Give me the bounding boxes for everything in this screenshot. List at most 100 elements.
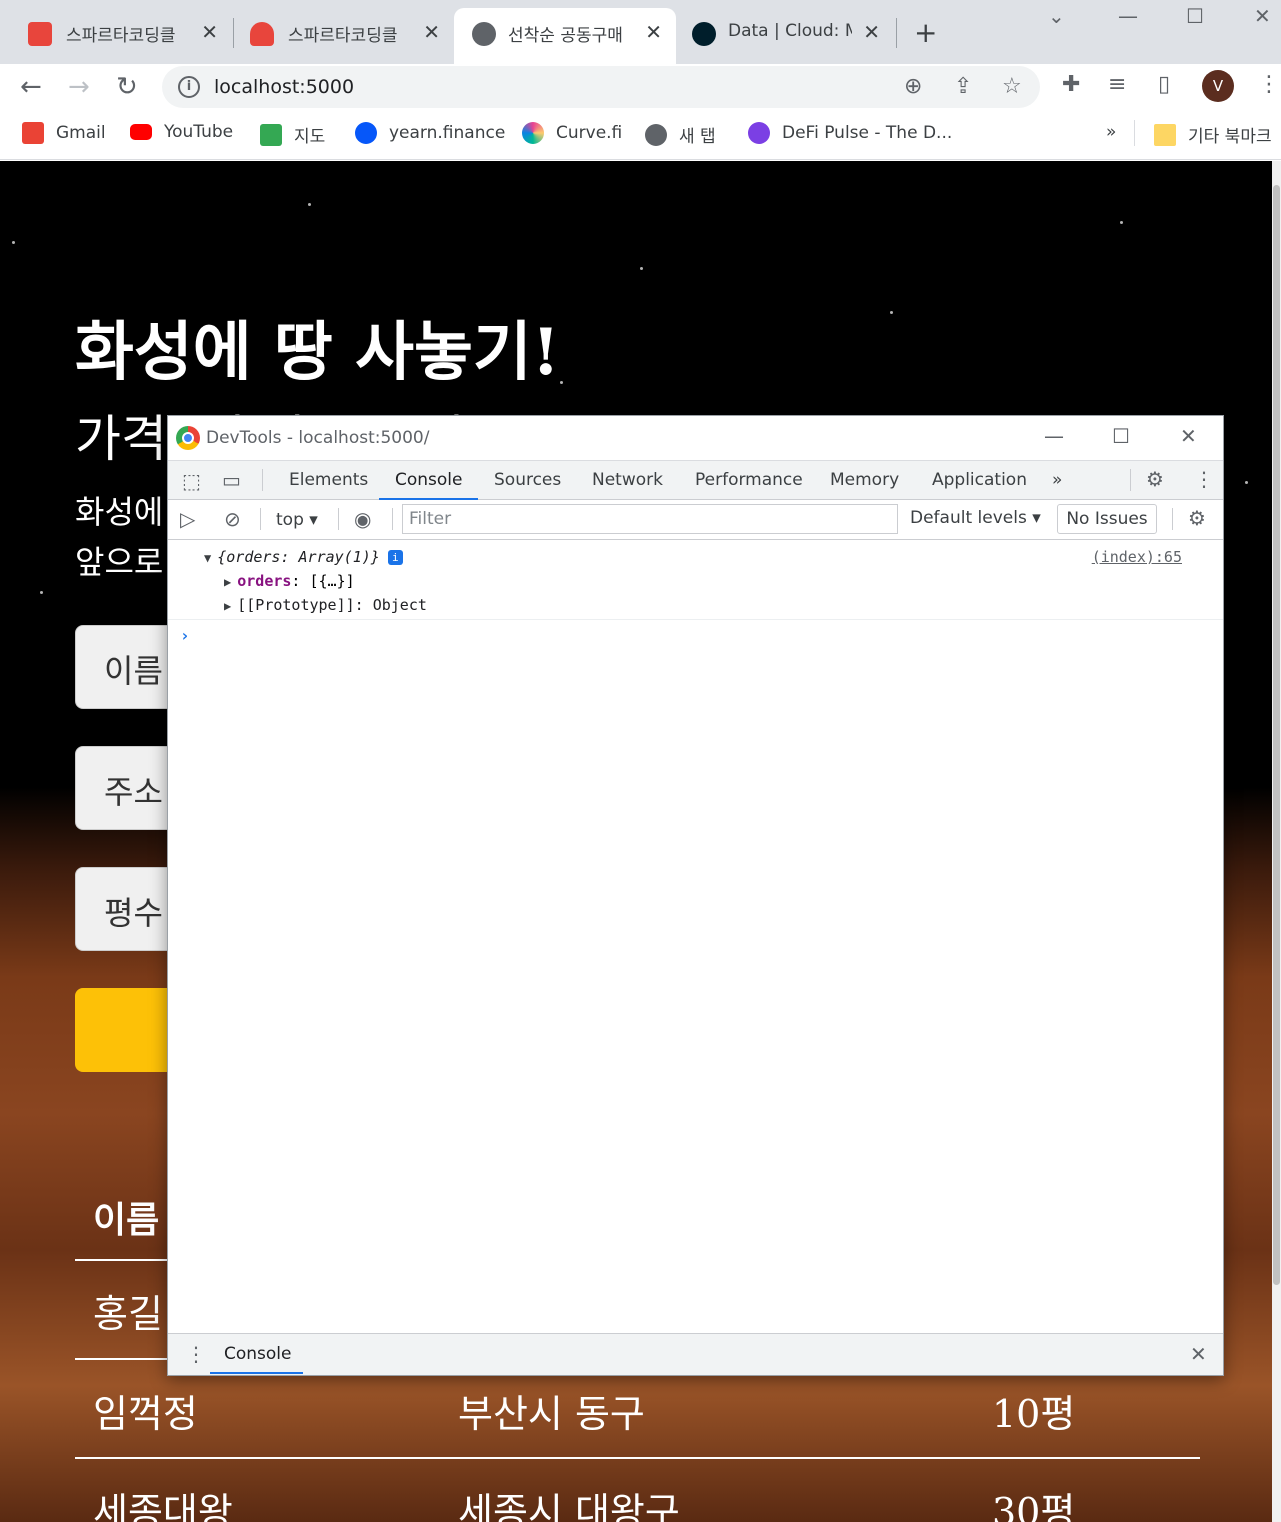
bookmark-youtube[interactable]: YouTube <box>130 122 233 142</box>
context-selector[interactable]: top ▾ <box>276 510 318 530</box>
bookmark-curve[interactable]: Curve.fi <box>522 122 622 144</box>
show-sidebar-icon[interactable]: ▷ <box>180 507 195 531</box>
tab-network[interactable]: Network <box>592 470 663 490</box>
object-prototype[interactable]: ▶ [[Prototype]]: Object <box>224 596 427 614</box>
star-decoration <box>1245 481 1248 484</box>
url-text[interactable]: localhost:5000 <box>214 76 354 98</box>
bookmark-yearn[interactable]: yearn.finance <box>355 122 505 144</box>
console-prompt-icon[interactable]: › <box>180 626 190 645</box>
bookmark-maps[interactable]: 지도 <box>260 122 325 147</box>
curve-icon <box>522 122 544 144</box>
menu-kebab-icon[interactable]: ⋮ <box>1258 72 1280 97</box>
side-panel-icon[interactable]: ▯ <box>1158 72 1170 97</box>
tab-sources[interactable]: Sources <box>494 470 561 490</box>
tab-memory[interactable]: Memory <box>830 470 899 490</box>
toolbar-divider <box>1172 508 1173 530</box>
close-drawer-icon[interactable]: ✕ <box>1190 1342 1207 1366</box>
browser-tab-2[interactable]: 스파르타코딩클 ✕ <box>222 8 454 64</box>
collapsed-triangle-icon[interactable]: ▶ <box>224 575 231 589</box>
bookmark-new-tab[interactable]: 새 탭 <box>645 122 716 147</box>
toolbar-divider <box>338 508 339 530</box>
collapsed-triangle-icon[interactable]: ▶ <box>224 599 231 613</box>
new-tab-button[interactable]: + <box>914 16 937 49</box>
extensions-icon[interactable]: ✚ <box>1062 72 1080 97</box>
console-settings-gear-icon[interactable]: ⚙ <box>1188 506 1206 530</box>
browser-tab-1[interactable]: 스파르타코딩클 ✕ <box>0 8 232 64</box>
inspect-element-icon[interactable]: ⬚ <box>182 469 201 493</box>
tab-divider <box>896 18 897 48</box>
other-bookmarks-folder[interactable]: 기타 북마크 <box>1154 122 1272 147</box>
bookmarks-overflow-button[interactable]: » <box>1106 122 1116 142</box>
object-summary[interactable]: ▼ {orders: Array(1)} i <box>204 548 403 566</box>
sparta-favicon-icon <box>28 22 52 46</box>
toolbar-divider <box>392 508 393 530</box>
tab-application[interactable]: Application <box>932 470 1027 490</box>
maximize-button[interactable]: ☐ <box>1186 4 1204 28</box>
bookmark-divider <box>1134 120 1135 146</box>
object-property-orders[interactable]: ▶ orders: [{…}] <box>224 572 355 590</box>
devtools-drawer: ⋮ Console ✕ <box>168 1333 1223 1375</box>
drawer-menu-icon[interactable]: ⋮ <box>186 1342 206 1366</box>
console-filter-input[interactable]: Filter <box>402 504 898 534</box>
devtools-menu-icon[interactable]: ⋮ <box>1194 467 1214 491</box>
minimize-button[interactable]: — <box>1044 424 1064 448</box>
browser-toolbar: ← → ↻ i localhost:5000 ⊕ ⇪ ☆ <box>0 64 1281 110</box>
share-icon[interactable]: ⇪ <box>954 74 972 99</box>
media-control-icon[interactable]: ≡ <box>1108 72 1126 97</box>
close-tab-icon[interactable]: ✕ <box>201 20 218 44</box>
bookmark-gmail[interactable]: Gmail <box>22 122 106 144</box>
device-toolbar-icon[interactable]: ▭ <box>222 468 241 492</box>
zoom-icon[interactable]: ⊕ <box>904 74 922 99</box>
issues-button[interactable]: No Issues <box>1057 504 1157 534</box>
more-tabs-button[interactable]: » <box>1052 470 1062 490</box>
star-decoration <box>12 241 15 244</box>
site-info-icon[interactable]: i <box>178 76 200 98</box>
youtube-icon <box>130 124 152 140</box>
console-message[interactable]: ▼ {orders: Array(1)} i (index):65 ▶ orders:… <box>168 540 1223 620</box>
address-bar[interactable]: i localhost:5000 ⊕ ⇪ ☆ <box>162 66 1040 108</box>
tab-performance[interactable]: Performance <box>695 470 803 490</box>
close-window-button[interactable]: ✕ <box>1254 4 1271 28</box>
folder-icon <box>1154 123 1176 146</box>
close-tab-icon[interactable]: ✕ <box>423 20 440 44</box>
bookmark-star-icon[interactable]: ☆ <box>1002 74 1022 99</box>
browser-tab-4[interactable]: Data | Cloud: M ✕ <box>676 8 894 64</box>
table-row-size: 30평 <box>992 1490 1076 1522</box>
forward-icon[interactable]: → <box>68 72 90 102</box>
tab-console[interactable]: Console <box>395 470 463 490</box>
close-window-button[interactable]: ✕ <box>1180 424 1197 448</box>
page-title: 화성에 땅 사놓기! <box>75 315 560 390</box>
tab-title: 스파르타코딩클 <box>66 26 176 46</box>
console-output[interactable]: ▼ {orders: Array(1)} i (index):65 ▶ orders:… <box>168 540 1223 1333</box>
tab-elements[interactable]: Elements <box>289 470 368 490</box>
bookmark-defi-pulse[interactable]: DeFi Pulse - The D... <box>748 122 952 144</box>
description-line-1: 화성에 <box>75 493 164 531</box>
clear-console-icon[interactable]: ⊘ <box>224 507 241 531</box>
star-decoration <box>560 381 563 384</box>
table-header-name: 이름 <box>93 1199 160 1241</box>
drawer-tab-console[interactable]: Console <box>224 1344 292 1364</box>
tab-title: 선착순 공동구매 <box>508 26 623 46</box>
maximize-button[interactable]: ☐ <box>1112 424 1130 448</box>
profile-avatar[interactable]: V <box>1202 70 1234 102</box>
browser-tab-active[interactable]: 선착순 공동구매 ✕ <box>454 8 676 64</box>
close-tab-icon[interactable]: ✕ <box>863 20 880 44</box>
table-row-name: 세종대왕 <box>93 1490 233 1522</box>
scrollbar-thumb[interactable] <box>1273 185 1280 1285</box>
reload-icon[interactable]: ↻ <box>116 72 138 102</box>
close-tab-icon[interactable]: ✕ <box>645 20 662 44</box>
log-levels-dropdown[interactable]: Default levels ▾ <box>910 508 1041 528</box>
settings-gear-icon[interactable]: ⚙ <box>1146 467 1164 491</box>
live-expression-eye-icon[interactable]: ◉ <box>354 507 371 531</box>
toolbar-divider <box>260 508 261 530</box>
source-link[interactable]: (index):65 <box>1092 548 1182 566</box>
gmail-icon <box>22 122 44 144</box>
minimize-button[interactable]: — <box>1118 4 1138 28</box>
back-icon[interactable]: ← <box>20 72 42 102</box>
description-line-2: 앞으로 <box>75 543 164 581</box>
tab-search-icon[interactable]: ⌄ <box>1048 4 1065 28</box>
expanded-triangle-icon[interactable]: ▼ <box>204 551 211 565</box>
maps-icon <box>260 123 282 146</box>
page-scrollbar[interactable] <box>1272 161 1281 1522</box>
devtools-titlebar: DevTools - localhost:5000/ — ☐ ✕ <box>168 416 1223 460</box>
